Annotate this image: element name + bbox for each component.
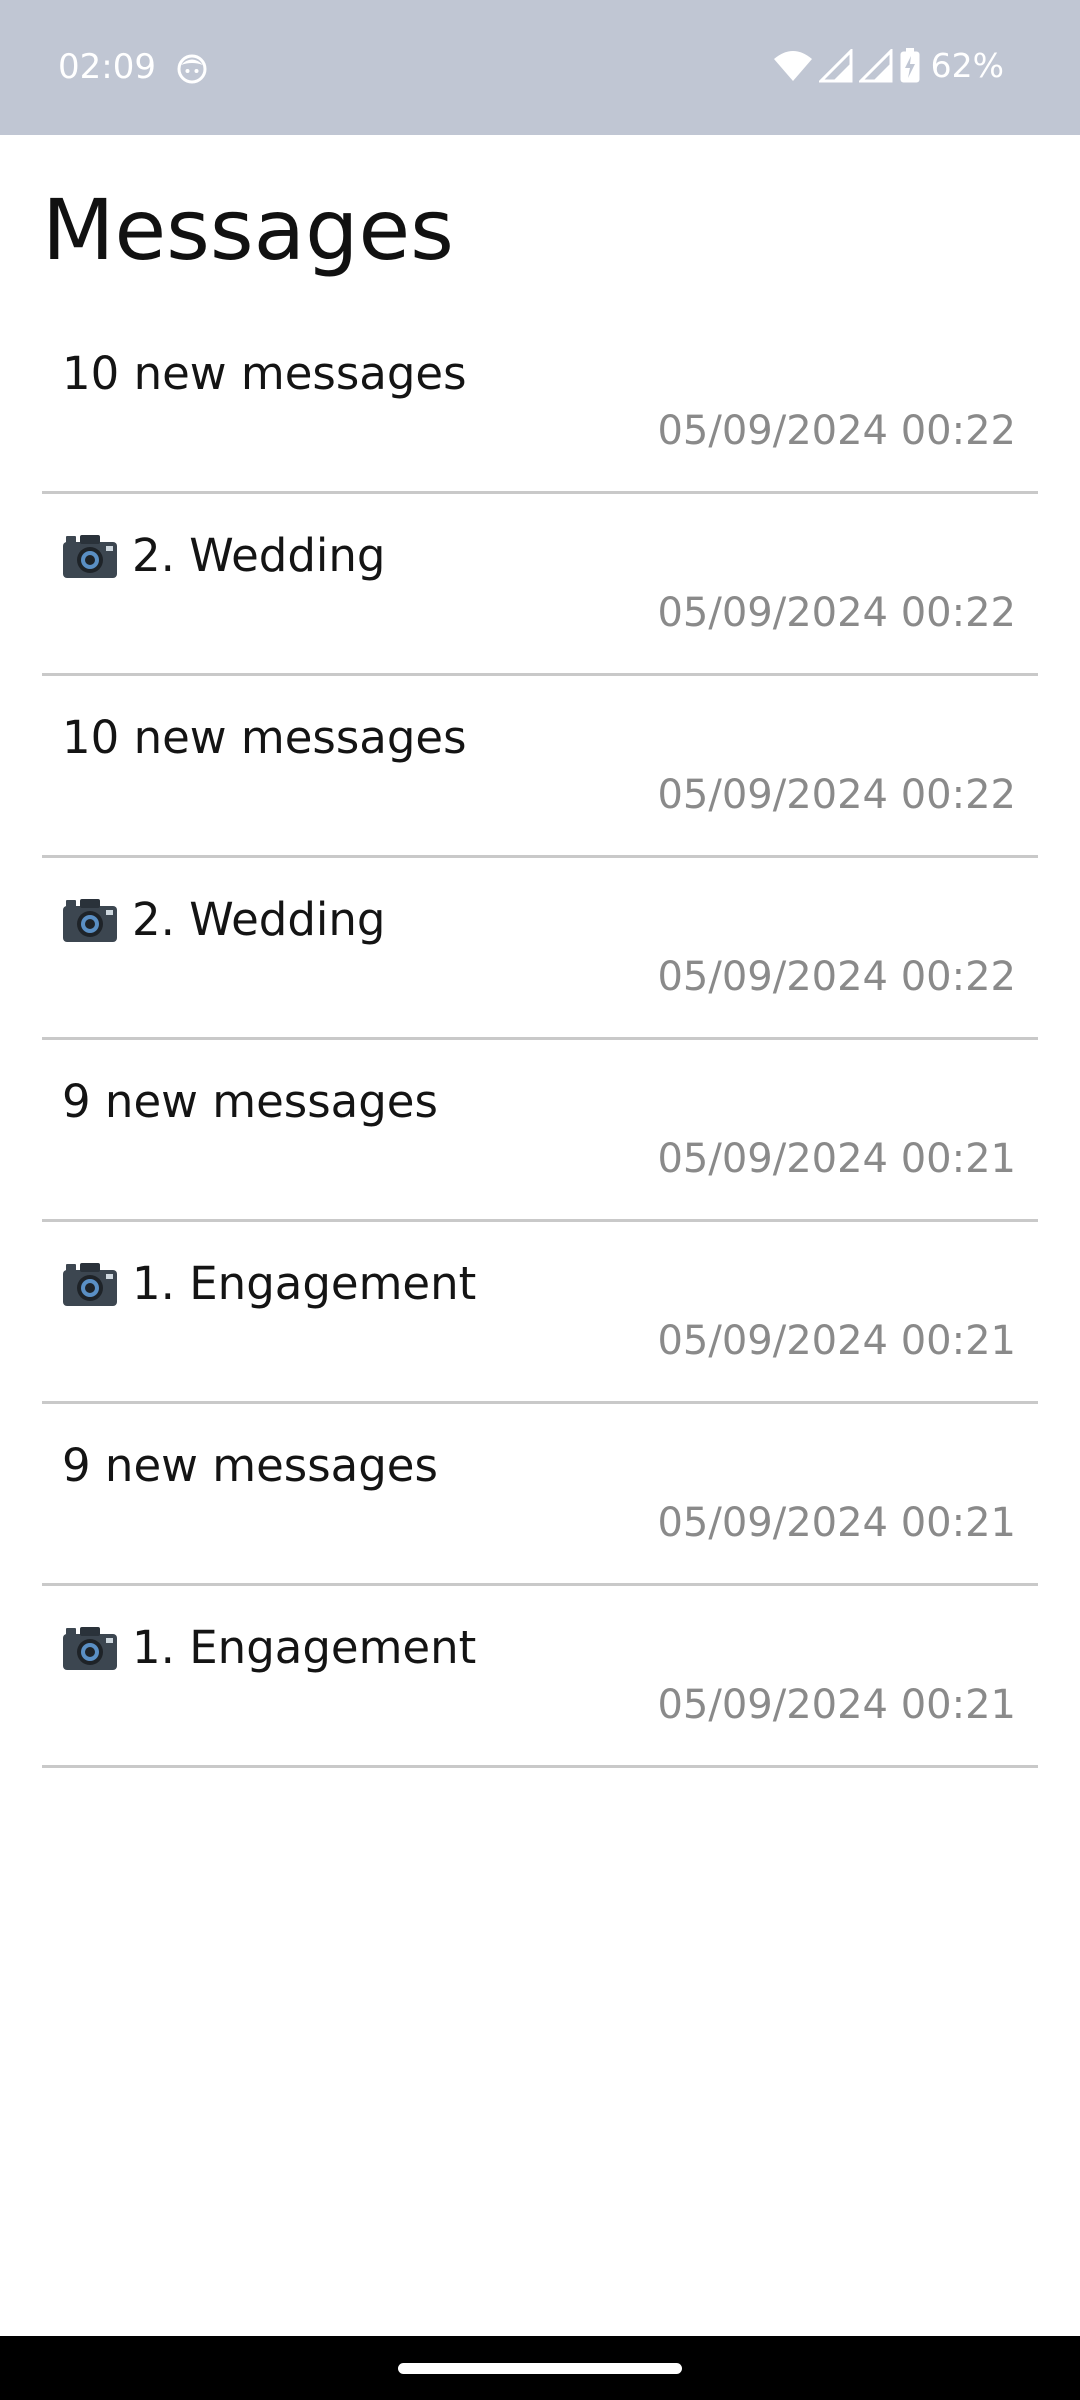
message-title: 2. Wedding xyxy=(62,892,386,948)
message-label: 9 new messages xyxy=(62,1439,438,1492)
camera-icon xyxy=(62,897,118,943)
battery-charging-icon xyxy=(899,48,921,84)
message-title: 2. Wedding xyxy=(62,528,386,584)
message-title: 1. Engagement xyxy=(62,1620,476,1676)
message-label: 2. Wedding xyxy=(132,529,386,582)
page-title: Messages xyxy=(42,181,454,279)
message-timestamp: 05/09/2024 00:21 xyxy=(657,1500,1016,1546)
message-list: 10 new messages 05/09/2024 00:22 2. Wedd… xyxy=(42,312,1038,1768)
message-timestamp: 05/09/2024 00:22 xyxy=(657,772,1016,818)
home-gesture-handle[interactable] xyxy=(398,2363,682,2374)
camera-icon xyxy=(62,1261,118,1307)
message-item[interactable]: 1. Engagement 05/09/2024 00:21 xyxy=(42,1222,1038,1404)
message-title: 10 new messages xyxy=(62,710,467,766)
message-item[interactable]: 10 new messages 05/09/2024 00:22 xyxy=(42,676,1038,858)
signal-icon xyxy=(858,49,893,83)
message-item[interactable]: 2. Wedding 05/09/2024 00:22 xyxy=(42,858,1038,1040)
message-timestamp: 05/09/2024 00:21 xyxy=(657,1682,1016,1728)
message-item[interactable]: 10 new messages 05/09/2024 00:22 xyxy=(42,312,1038,494)
message-label: 10 new messages xyxy=(62,347,467,400)
message-item[interactable]: 1. Engagement 05/09/2024 00:21 xyxy=(42,1586,1038,1768)
message-item[interactable]: 9 new messages 05/09/2024 00:21 xyxy=(42,1040,1038,1222)
camera-icon xyxy=(62,533,118,579)
message-title: 10 new messages xyxy=(62,346,467,402)
status-icons: 62% xyxy=(773,44,1004,88)
message-label: 10 new messages xyxy=(62,711,467,764)
message-title: 1. Engagement xyxy=(62,1256,476,1312)
message-timestamp: 05/09/2024 00:21 xyxy=(657,1318,1016,1364)
face-icon xyxy=(176,52,208,84)
navigation-bar xyxy=(0,2336,1080,2400)
message-timestamp: 05/09/2024 00:22 xyxy=(657,954,1016,1000)
message-timestamp: 05/09/2024 00:22 xyxy=(657,590,1016,636)
message-timestamp: 05/09/2024 00:21 xyxy=(657,1136,1016,1182)
signal-icon xyxy=(818,49,853,83)
status-bar: 02:09 62% xyxy=(0,0,1080,135)
message-label: 9 new messages xyxy=(62,1075,438,1128)
message-timestamp: 05/09/2024 00:22 xyxy=(657,408,1016,454)
message-label: 1. Engagement xyxy=(132,1257,477,1310)
status-time: 02:09 xyxy=(58,47,156,87)
message-title: 9 new messages xyxy=(62,1438,438,1494)
message-title: 9 new messages xyxy=(62,1074,438,1130)
wifi-icon xyxy=(773,49,813,83)
message-label: 2. Wedding xyxy=(132,893,386,946)
message-item[interactable]: 9 new messages 05/09/2024 00:21 xyxy=(42,1404,1038,1586)
message-label: 1. Engagement xyxy=(132,1621,477,1674)
message-item[interactable]: 2. Wedding 05/09/2024 00:22 xyxy=(42,494,1038,676)
camera-icon xyxy=(62,1625,118,1671)
battery-percent: 62% xyxy=(930,46,1004,85)
